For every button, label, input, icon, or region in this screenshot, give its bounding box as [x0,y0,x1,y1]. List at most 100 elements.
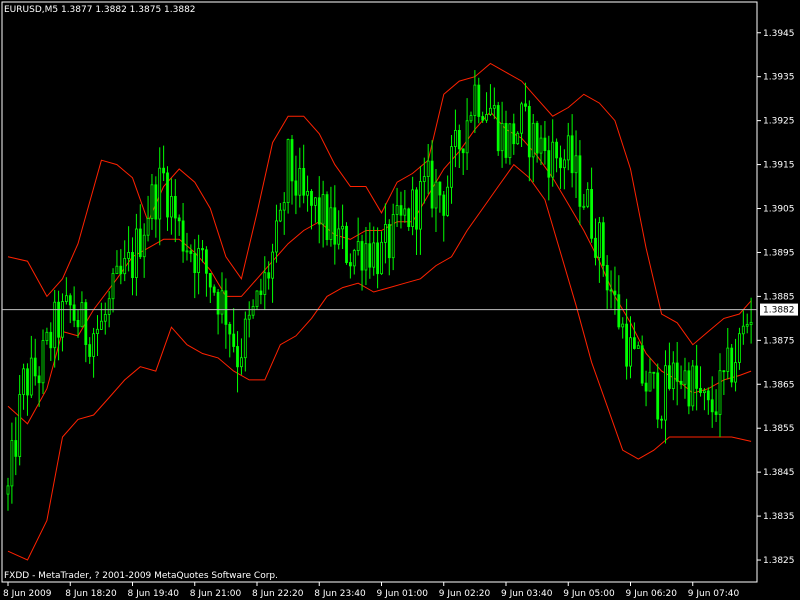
candle-body [714,411,718,415]
candle[interactable] [345,222,348,265]
candle-body [741,325,745,335]
candle-body [10,440,14,487]
candle-body [559,157,562,169]
y-tick-label: 1.3845 [763,468,795,478]
candle-body [271,251,275,279]
candle-body [18,394,22,457]
candle-body [360,241,364,271]
candle-body [609,289,613,292]
candle-body [411,189,415,227]
candle-body [566,135,570,161]
candle[interactable] [656,363,660,429]
x-tick-label: 8 Jun 18:20 [65,589,117,599]
candle-body [181,220,185,252]
candle-body [103,313,107,322]
candle-body [6,485,10,495]
candle-body [166,172,169,218]
y-tick-label: 1.3905 [763,205,795,215]
x-tick-label: 9 Jun 03:40 [501,589,553,599]
candle-body [333,207,337,245]
candle-body [232,333,236,347]
candle-body [535,122,539,154]
candle-body [500,123,504,152]
candle-body [298,167,302,196]
candle-body [41,340,45,384]
candle-body [142,234,146,258]
y-tick-label: 1.3825 [763,556,795,566]
candle-body [29,357,33,396]
x-tick-label: 8 Jun 23:40 [314,589,366,599]
candle-body [376,242,380,275]
candle-body [100,320,103,330]
candle[interactable] [516,131,520,145]
candle-body [173,195,177,219]
candle-body [403,208,407,216]
candle-body [415,189,418,230]
candle-body [578,155,582,207]
candle-body [96,328,99,334]
candle-body [317,197,321,225]
candle-body [321,194,325,225]
y-tick-label: 1.3855 [763,424,795,434]
candle[interactable] [496,101,500,156]
x-tick-label: 9 Jun 05:00 [563,589,615,599]
x-tick-label: 8 Jun 2009 [3,589,52,599]
candle-body [177,217,181,222]
candle-body [189,250,193,254]
candle-body [703,390,706,393]
candle-body [111,273,115,300]
candle-body [107,298,111,315]
candle-body [590,188,593,239]
candle-body [734,362,737,383]
candle-body [407,208,411,227]
candle-body [251,306,255,316]
candle[interactable] [325,191,329,246]
candle-body [26,368,29,396]
candle-body [457,129,461,150]
candle-body [53,301,57,349]
candle-body [204,249,208,274]
candle-body [726,347,730,372]
candle-body [348,262,352,267]
candle-body [524,103,527,107]
candle-body [418,181,422,230]
chart-background [0,0,800,600]
candle-body [687,370,691,407]
candle-body [154,184,158,220]
candle-body [286,139,290,203]
candle-body [664,365,667,421]
candle-body [706,390,710,401]
y-tick-label: 1.3895 [763,248,795,258]
y-tick-label: 1.3835 [763,512,795,522]
candle-body [345,225,348,264]
candle-body [671,362,675,390]
candle-body [49,331,53,349]
y-tick-label: 1.3915 [763,161,795,171]
candle-body [294,180,298,196]
candle[interactable] [691,360,695,411]
candle-body [516,132,520,145]
x-tick-label: 9 Jun 02:20 [439,589,491,599]
candle-body [601,222,605,266]
candle-body [485,114,488,121]
candle-body [422,176,426,182]
candle[interactable] [730,344,734,388]
candle-body [57,301,60,338]
candle-body [551,141,555,178]
candle[interactable] [286,138,290,214]
x-tick-label: 9 Jun 07:40 [688,589,740,599]
candle-body [574,155,578,174]
candle-body [745,324,749,327]
candle-body [442,194,446,216]
candle-body [633,337,636,349]
candle-body [387,223,391,259]
candle-body [582,205,586,208]
candle-body [364,243,368,271]
price-chart[interactable]: 1.3882 1.3945 1.3935 1.3925 1.3915 1.3905 1.3… [0,0,800,600]
candle-body [14,440,18,457]
candle-body [92,333,95,357]
candle-body [570,135,574,174]
candle-body [352,250,356,267]
candle-body [648,371,652,392]
candle-body [68,295,72,306]
